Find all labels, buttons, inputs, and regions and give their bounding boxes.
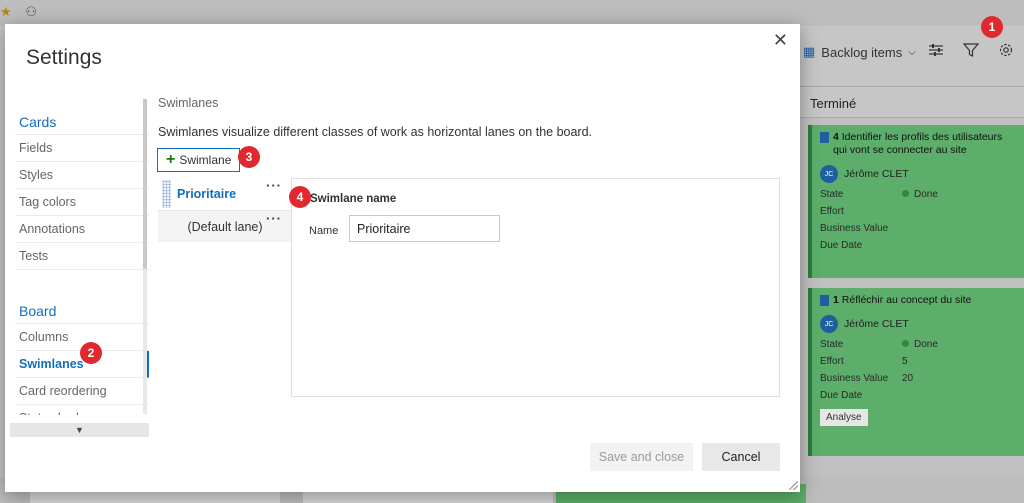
- section-title: Swimlanes: [158, 96, 219, 110]
- swimlanes-panel: Swimlanes Swimlanes visualize different …: [158, 96, 780, 139]
- settings-dialog: Settings ✕ Cards Fields Styles Tag color…: [5, 24, 800, 492]
- callout-badge-3: 3: [238, 146, 260, 168]
- swimlane-item-default[interactable]: (Default lane) ···: [158, 210, 292, 242]
- swimlane-label: Prioritaire: [177, 187, 237, 201]
- card-field-row: Effort 5: [820, 356, 908, 367]
- nav-section-board: Board: [15, 288, 149, 324]
- swimlane-name-input[interactable]: [349, 215, 500, 242]
- name-label: Name: [309, 225, 339, 237]
- filter-icon[interactable]: [962, 42, 980, 62]
- swimlane-name-heading: Swimlane name: [310, 193, 397, 205]
- add-swimlane-button[interactable]: + Swimlane: [157, 148, 241, 172]
- nav-item-tag-colors[interactable]: Tag colors: [15, 189, 149, 216]
- chevron-down-icon: ⌵: [908, 46, 916, 58]
- close-icon[interactable]: ✕: [773, 30, 788, 51]
- background-top-bar: [0, 0, 1024, 26]
- backlog-selector-label: Backlog items: [821, 44, 903, 60]
- swimlane-list: Prioritaire ··· (Default lane) ···: [158, 178, 292, 242]
- backlog-item-icon: [820, 132, 829, 143]
- nav-item-styles[interactable]: Styles: [15, 162, 149, 189]
- backlog-item-icon: [820, 295, 829, 306]
- cancel-button[interactable]: Cancel: [702, 443, 780, 471]
- nav-scrollbar-thumb[interactable]: [143, 99, 147, 269]
- more-options-icon[interactable]: ···: [266, 178, 282, 193]
- avatar: JC: [820, 315, 838, 333]
- nav-item-status-badge[interactable]: Status badge: [15, 405, 149, 415]
- avatar: JC: [820, 165, 838, 183]
- card-id: 1: [833, 294, 839, 306]
- dialog-title: Settings: [26, 46, 102, 69]
- card-field-row: Business Value: [820, 223, 889, 234]
- card-field-row: State Done: [820, 339, 938, 350]
- nav-item-fields[interactable]: Fields: [15, 135, 149, 162]
- swimlane-detail-panel: Swimlane name Name: [291, 178, 780, 397]
- nav-section-cards: Cards: [15, 99, 149, 135]
- nav-item-card-reordering[interactable]: Card reordering: [15, 378, 149, 405]
- add-swimlane-label: Swimlane: [179, 153, 232, 167]
- card-field-row: State Done: [820, 189, 938, 200]
- nav-item-tests[interactable]: Tests: [15, 243, 149, 270]
- triangle-down-icon: ▼: [75, 425, 84, 435]
- nav-item-annotations[interactable]: Annotations: [15, 216, 149, 243]
- favorite-star-icon[interactable]: ★: [0, 4, 12, 19]
- gear-icon[interactable]: [998, 42, 1014, 62]
- status-dot-icon: [902, 190, 909, 197]
- status-dot-icon: [902, 340, 909, 347]
- card-field-row: Business Value 20: [820, 373, 914, 384]
- column-title: Terminé: [810, 96, 857, 111]
- team-members-icon[interactable]: ⚇: [25, 4, 37, 19]
- settings-nav: Cards Fields Styles Tag colors Annotatio…: [15, 99, 149, 415]
- callout-badge-4: 4: [289, 186, 311, 208]
- background-top-icons: ★ ⚇: [0, 4, 37, 20]
- card-id: 4: [833, 131, 839, 143]
- backlog-level-selector[interactable]: ▦ Backlog items ⌵: [803, 44, 916, 60]
- card-assignee: Jérôme CLET: [844, 318, 909, 330]
- callout-badge-1: 1: [981, 16, 1003, 38]
- card-title: Identifier les profils des utilisateurs …: [833, 131, 1003, 156]
- drag-handle-icon[interactable]: [162, 180, 171, 208]
- callout-badge-2: 2: [80, 342, 102, 364]
- swimlane-label: (Default lane): [187, 219, 263, 234]
- work-item-card[interactable]: 4 Identifier les profils des utilisateur…: [808, 125, 1024, 278]
- resize-grip-icon[interactable]: [789, 481, 798, 490]
- card-title: Réfléchir au concept du site: [841, 294, 972, 306]
- card-field-row: Effort: [820, 206, 844, 217]
- more-options-icon[interactable]: ···: [266, 211, 282, 226]
- save-and-close-button[interactable]: Save and close: [590, 443, 693, 471]
- card-field-row: Due Date: [820, 390, 863, 401]
- work-item-card[interactable]: 1 Réfléchir au concept du site JC Jérôme…: [808, 288, 1024, 456]
- card-field-row: Due Date: [820, 240, 863, 251]
- board-grid-icon: ▦: [803, 44, 816, 59]
- view-options-icon[interactable]: [928, 42, 944, 62]
- swimlane-item-prioritaire[interactable]: Prioritaire ···: [158, 178, 292, 210]
- nav-scroll-down-button[interactable]: ▼: [10, 423, 149, 437]
- plus-icon: +: [166, 151, 176, 168]
- card-assignee: Jérôme CLET: [844, 168, 909, 180]
- card-tag[interactable]: Analyse: [820, 409, 868, 426]
- section-description: Swimlanes visualize different classes of…: [158, 125, 593, 139]
